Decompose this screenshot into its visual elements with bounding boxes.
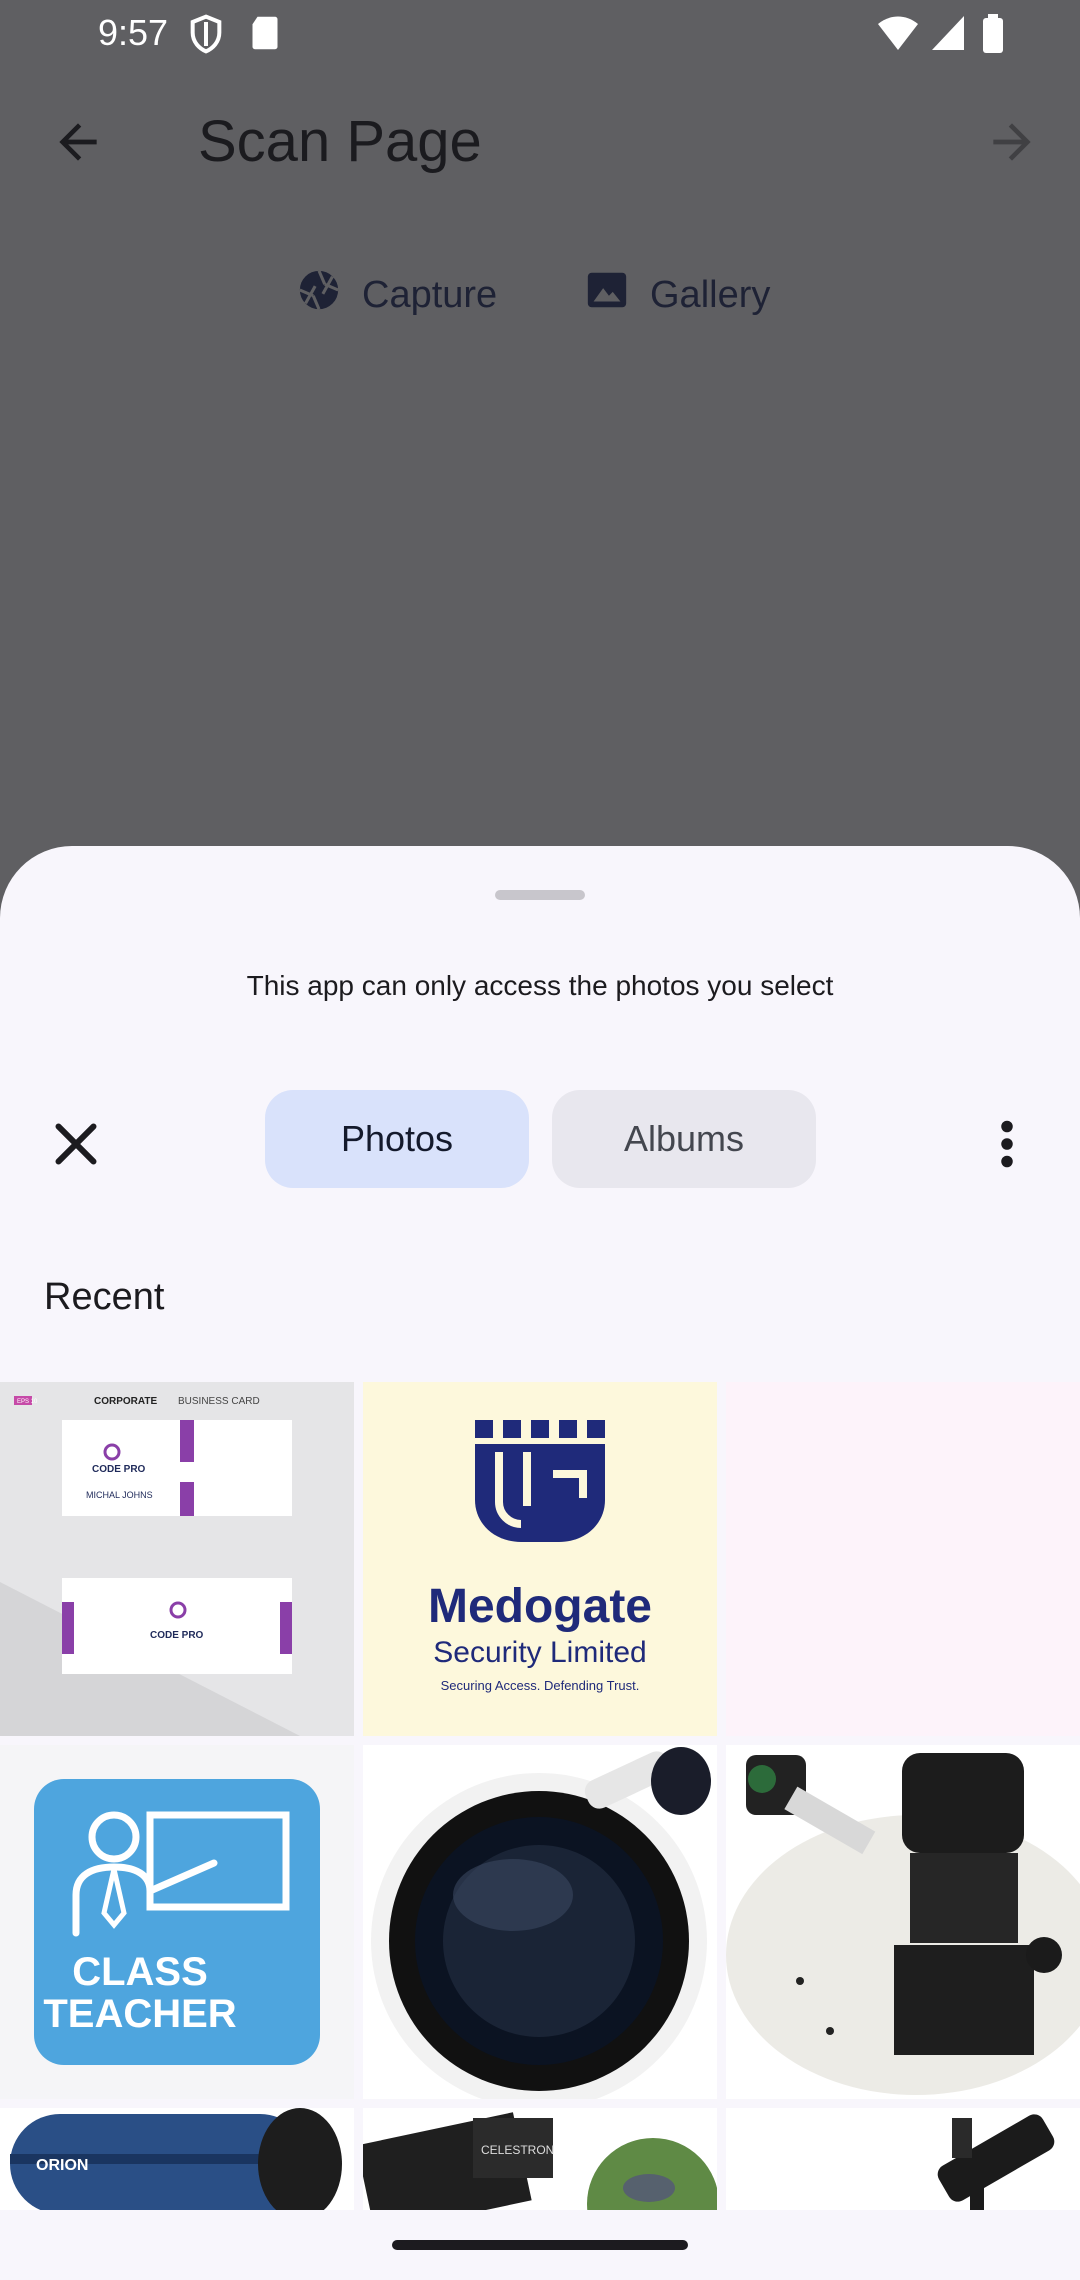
card-back-brand-text: CODE PRO — [150, 1630, 204, 1641]
camera-shutter-icon — [296, 267, 342, 323]
drag-handle[interactable] — [495, 890, 585, 900]
page-title: Scan Page — [198, 109, 482, 174]
photo-thumbnail[interactable] — [363, 1745, 717, 2099]
photo-thumbnail[interactable]: CLASS TEACHER — [0, 1745, 354, 2099]
battery-icon — [982, 14, 1004, 59]
cellular-signal-icon — [930, 14, 966, 57]
photo-thumbnail[interactable] — [726, 1382, 1080, 1736]
card-heading-text: CORPORATE — [94, 1396, 157, 1407]
top-app-bar: Scan Page — [0, 80, 1080, 200]
class-text: CLASS — [72, 1950, 208, 1994]
celestron-brand-text: CELESTRON — [481, 2143, 554, 2157]
status-time: 9:57 — [98, 12, 169, 53]
wifi-icon — [876, 14, 920, 57]
medogate-name-text: Medogate — [428, 1580, 652, 1633]
photo-thumbnail[interactable]: EPS 10 CORPORATE BUSINESS CARD CODE PRO … — [0, 1382, 354, 1736]
home-gesture-handle[interactable] — [392, 2240, 688, 2250]
access-notice: This app can only access the photos you … — [246, 970, 834, 1001]
capture-button[interactable]: Capture — [296, 255, 497, 335]
photo-thumbnail[interactable]: Medogate Security Limited Securing Acces… — [363, 1382, 717, 1736]
gallery-button[interactable]: Gallery — [584, 255, 770, 335]
photo-thumbnail[interactable] — [726, 2108, 1080, 2214]
photo-thumbnail[interactable]: ORION — [0, 2108, 354, 2214]
photo-thumbnail[interactable] — [726, 1745, 1080, 2099]
gesture-nav-bar — [0, 2210, 1080, 2280]
orion-brand-text: ORION — [36, 2157, 88, 2174]
source-options: Capture Gallery — [0, 255, 1080, 335]
section-label-recent: Recent — [44, 1276, 165, 1318]
more-options-icon[interactable] — [990, 1114, 1024, 1174]
capture-label: Capture — [362, 273, 498, 316]
card-brand-text: CODE PRO — [92, 1464, 146, 1475]
eps-badge-text: EPS 10 — [17, 1399, 38, 1405]
medogate-tagline-text: Securing Access. Defending Trust. — [441, 1678, 640, 1693]
tab-albums[interactable]: Albums — [552, 1090, 816, 1188]
tab-photos[interactable]: Photos — [265, 1090, 529, 1188]
card-person-text: MICHAL JOHNS — [86, 1490, 153, 1500]
close-icon[interactable] — [46, 1114, 106, 1174]
teacher-text: TEACHER — [43, 1992, 236, 2036]
back-arrow-icon[interactable] — [50, 114, 106, 170]
image-icon — [584, 267, 630, 323]
sd-card-icon — [250, 14, 280, 57]
shield-icon — [190, 14, 222, 59]
card-subheading-text: BUSINESS CARD — [178, 1396, 260, 1407]
medogate-subtitle-text: Security Limited — [433, 1636, 646, 1669]
photo-picker-sheet: This app can only access the photos you … — [0, 846, 1080, 2280]
forward-arrow-icon[interactable] — [984, 114, 1040, 170]
status-bar: 9:57 — [0, 0, 1080, 70]
gallery-label: Gallery — [650, 273, 771, 316]
photo-thumbnail[interactable]: CELESTRON — [363, 2108, 717, 2214]
